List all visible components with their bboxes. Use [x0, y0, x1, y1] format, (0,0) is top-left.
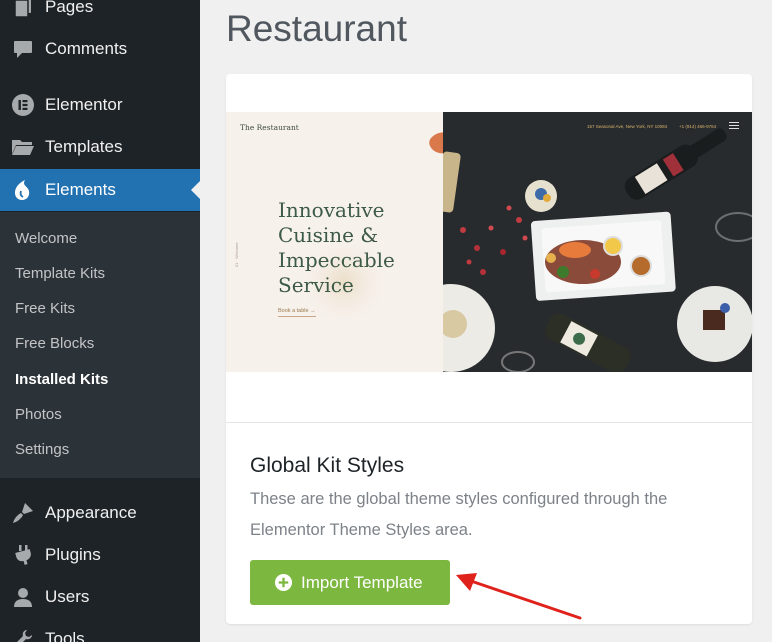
submenu-item-installed-kits[interactable]: Installed Kits: [15, 371, 108, 388]
submenu-item-welcome[interactable]: Welcome: [15, 230, 77, 247]
plus-circle-icon: [274, 573, 293, 592]
elements-icon: [10, 177, 36, 203]
preview-phone: +1 (914) 466-9764: [679, 124, 717, 129]
headline-line: Service: [278, 273, 354, 297]
kit-preview-image: The Restaurant 01 · Welcome Innovative C…: [226, 112, 752, 372]
preview-headline: Innovative Cuisine & Impeccable Service: [278, 198, 438, 298]
sidebar-item-label: Users: [45, 587, 90, 606]
sidebar-item-label: Tools: [45, 629, 85, 642]
comments-icon: [10, 36, 36, 62]
kit-card: The Restaurant 01 · Welcome Innovative C…: [226, 74, 752, 624]
page-title: Restaurant: [226, 8, 407, 49]
sidebar-item-pages[interactable]: Pages: [0, 0, 200, 28]
sidebar-item-comments[interactable]: Comments: [0, 28, 200, 70]
card-divider: [226, 422, 752, 423]
sidebar-item-appearance[interactable]: Appearance: [0, 492, 200, 534]
preview-address: 157 Seasonal Ave, New York, NY 10084: [587, 124, 668, 129]
submenu-item-settings[interactable]: Settings: [15, 441, 69, 458]
sidebar-item-elementor[interactable]: Elementor: [0, 84, 200, 126]
preview-side-text: 01 · Welcome: [234, 242, 239, 267]
sidebar-item-label: Elements: [45, 180, 116, 199]
sidebar-item-label: Plugins: [45, 545, 101, 564]
submenu-item-free-kits[interactable]: Free Kits: [15, 300, 75, 317]
user-icon: [10, 584, 36, 610]
card-description: These are the global theme styles config…: [250, 490, 668, 539]
headline-line: Innovative: [278, 198, 385, 222]
submenu-item-free-blocks[interactable]: Free Blocks: [15, 335, 94, 352]
sidebar-item-label: Pages: [45, 0, 94, 16]
import-template-button[interactable]: Import Template: [250, 560, 450, 605]
sidebar-item-label: Templates: [45, 137, 123, 156]
preview-cta-link: Book a table →: [278, 308, 316, 317]
pages-icon: [10, 0, 36, 20]
annotation-arrow: [456, 573, 582, 620]
plugin-icon: [10, 542, 36, 568]
sidebar-item-users[interactable]: Users: [0, 576, 200, 618]
sidebar-item-label: Comments: [45, 39, 128, 58]
submenu-item-photos[interactable]: Photos: [15, 406, 62, 423]
sidebar-item-label: Appearance: [45, 503, 137, 522]
wrench-icon: [10, 626, 36, 642]
submenu-item-template-kits[interactable]: Template Kits: [15, 265, 105, 282]
headline-line: Impeccable: [278, 248, 395, 272]
brush-icon: [10, 500, 36, 526]
folder-icon: [10, 134, 36, 160]
preview-food-photo: 157 Seasonal Ave, New York, NY 10084 +1 …: [443, 112, 752, 372]
sidebar-item-tools[interactable]: Tools: [0, 618, 200, 642]
headline-line: Cuisine &: [278, 223, 379, 247]
sidebar-item-elements[interactable]: Elements: [0, 169, 200, 211]
import-template-label: Import Template: [301, 573, 423, 592]
sidebar-item-templates[interactable]: Templates: [0, 126, 200, 168]
elements-submenu: Welcome Template Kits Free Kits Free Blo…: [0, 212, 200, 478]
sidebar-item-label: Elementor: [45, 95, 123, 114]
admin-sidebar: Pages Comments Elementor Templates Eleme…: [0, 0, 200, 642]
card-title: Global Kit Styles: [250, 454, 405, 477]
sidebar-item-plugins[interactable]: Plugins: [0, 534, 200, 576]
hamburger-menu-icon: [729, 122, 739, 129]
elementor-icon: [10, 92, 36, 118]
food-photo-illustration: [443, 112, 752, 372]
preview-hero-panel: The Restaurant 01 · Welcome Innovative C…: [226, 112, 443, 372]
